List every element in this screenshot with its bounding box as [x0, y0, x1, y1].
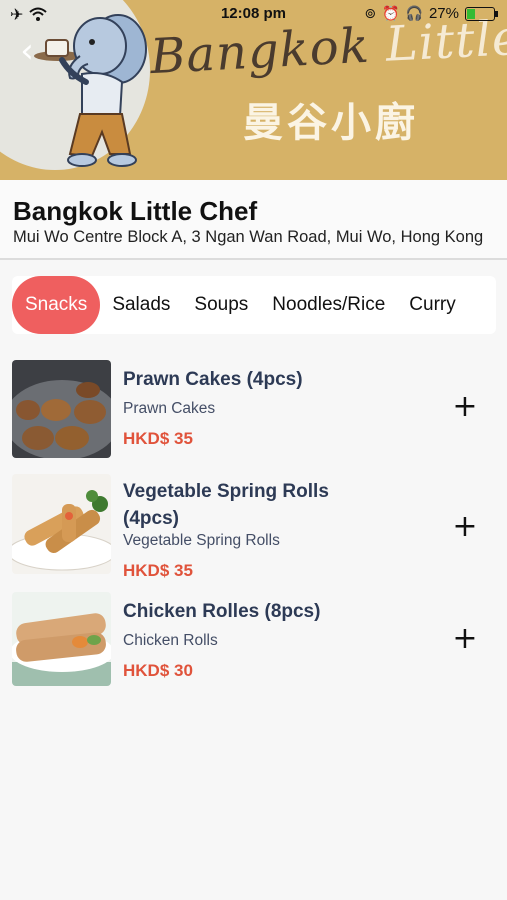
- add-to-cart-button[interactable]: +: [452, 512, 478, 542]
- item-title: Vegetable Spring Rolls (4pcs): [123, 481, 329, 529]
- restaurant-address: Mui Wo Centre Block A, 3 Ngan Wan Road, …: [13, 228, 484, 246]
- battery-icon: [465, 6, 498, 21]
- status-bar: ✈ 12:08 pm ⊚ ⏰ 🎧 27%: [0, 0, 507, 28]
- add-to-cart-button[interactable]: +: [452, 392, 478, 422]
- category-tabs: Snacks Salads Soups Noodles/Rice Curry: [0, 276, 507, 334]
- tab-snacks[interactable]: Snacks: [12, 276, 101, 334]
- menu-item[interactable]: Prawn Cakes (4pcs) Prawn Cakes HKD$ 35 +: [0, 356, 507, 468]
- lock-rotation-icon: ⊚: [364, 5, 377, 21]
- battery-percent: 27%: [428, 5, 459, 22]
- prawn-cakes-photo: [12, 360, 111, 458]
- headphones-icon: 🎧: [405, 5, 423, 21]
- tab-curry[interactable]: Curry: [397, 276, 467, 334]
- restaurant-info: Bangkok Little Chef Mui Wo Centre Block …: [0, 180, 507, 260]
- item-description: Prawn Cakes: [123, 400, 216, 417]
- spring-rolls-photo: [12, 474, 111, 574]
- tab-salads[interactable]: Salads: [100, 276, 182, 334]
- menu-list: Prawn Cakes (4pcs) Prawn Cakes HKD$ 35 +…: [0, 356, 507, 700]
- banner-chinese-title: 曼谷小廚: [243, 100, 419, 146]
- alarm-icon: ⏰: [382, 5, 400, 21]
- menu-item[interactable]: Chicken Rolles (8pcs) Chicken Rolls HKD$…: [0, 588, 507, 700]
- chicken-rolls-photo: [12, 592, 111, 686]
- item-price: HKD$ 30: [123, 661, 193, 680]
- item-price: HKD$ 35: [123, 561, 193, 580]
- item-description: Chicken Rolls: [123, 632, 218, 649]
- elephant-chef-illustration: [34, 14, 147, 167]
- chevron-left-icon: ‹: [20, 31, 34, 71]
- menu-item[interactable]: Vegetable Spring Rolls (4pcs) Vegetable …: [0, 468, 507, 588]
- category-tab-strip: Snacks Salads Soups Noodles/Rice Curry: [12, 276, 496, 334]
- item-description: Vegetable Spring Rolls: [123, 532, 280, 549]
- plus-icon: +: [452, 621, 478, 656]
- tab-noodles-rice[interactable]: Noodles/Rice: [260, 276, 397, 334]
- plus-icon: +: [452, 389, 478, 424]
- tab-soups[interactable]: Soups: [182, 276, 260, 334]
- item-title: Prawn Cakes (4pcs): [123, 369, 303, 390]
- item-price: HKD$ 35: [123, 429, 193, 448]
- restaurant-name: Bangkok Little Chef: [13, 196, 258, 226]
- plus-icon: +: [452, 509, 478, 544]
- add-to-cart-button[interactable]: +: [452, 624, 478, 654]
- back-button[interactable]: ‹: [10, 34, 44, 68]
- status-right-icons: ⊚ ⏰ 🎧 27%: [364, 5, 498, 22]
- item-title: Chicken Rolles (8pcs): [123, 601, 321, 622]
